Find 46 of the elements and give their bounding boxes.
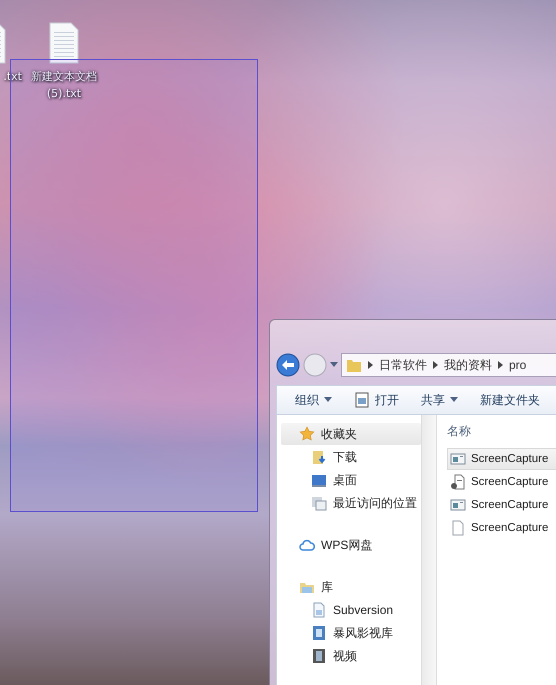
nav-item[interactable]: 收藏夹: [281, 423, 421, 445]
scrollbar[interactable]: [421, 415, 437, 685]
recent-places-icon: [311, 495, 327, 511]
nav-item[interactable]: Subversion: [281, 599, 421, 621]
folder-download-icon: [311, 449, 327, 465]
star-icon: [299, 426, 315, 442]
desktop-icon: [311, 472, 327, 488]
nav-item[interactable]: 桌面: [281, 469, 421, 491]
text-file-icon[interactable]: [49, 22, 79, 64]
address-bar[interactable]: 日常软件 我的资料 pro: [341, 353, 556, 377]
caret-icon: [330, 362, 338, 368]
video-library-icon: [311, 625, 327, 641]
film-icon: [311, 648, 327, 664]
open-file-icon: [354, 392, 370, 408]
back-button[interactable]: [276, 353, 300, 377]
nav-item[interactable]: 暴风影视库: [281, 622, 421, 644]
file-label: 新建文本文档 (5).txt: [30, 69, 98, 102]
window-file-icon: [450, 451, 466, 467]
toolbar-button[interactable]: 打开: [354, 392, 399, 408]
menu-button[interactable]: 组织: [295, 392, 332, 408]
folder-icon: [346, 357, 362, 373]
document-icon: [311, 602, 327, 618]
nav-item[interactable]: 库: [281, 576, 421, 598]
breadcrumb-arrow-icon: [368, 361, 373, 369]
column-header[interactable]: 名称: [447, 423, 556, 447]
cloud-icon: [299, 537, 315, 553]
breadcrumb-item[interactable]: 我的资料: [444, 356, 492, 374]
file-row[interactable]: ScreenCapture: [447, 494, 556, 516]
breadcrumb-item[interactable]: 日常软件: [379, 356, 427, 374]
script-file-icon: [450, 474, 466, 490]
nav-item[interactable]: 下载: [281, 446, 421, 468]
file-row[interactable]: ScreenCapture: [447, 517, 556, 539]
blank-file-icon: [450, 520, 466, 536]
window-file-icon: [450, 497, 466, 513]
breadcrumb-arrow-icon: [433, 361, 438, 369]
file-row[interactable]: ScreenCapture: [447, 448, 556, 470]
breadcrumb-arrow-icon: [498, 361, 503, 369]
breadcrumb-item[interactable]: pro: [509, 358, 526, 372]
toolbar-button[interactable]: 新建文件夹: [480, 392, 540, 408]
file-row[interactable]: ScreenCapture: [447, 471, 556, 493]
caret-icon: [324, 397, 332, 403]
nav-item[interactable]: WPS网盘: [281, 534, 421, 556]
menu-button[interactable]: 共享: [421, 392, 458, 408]
caret-icon: [450, 397, 458, 403]
nav-item[interactable]: 视频: [281, 645, 421, 667]
nav-item[interactable]: 最近访问的位置: [281, 492, 421, 514]
